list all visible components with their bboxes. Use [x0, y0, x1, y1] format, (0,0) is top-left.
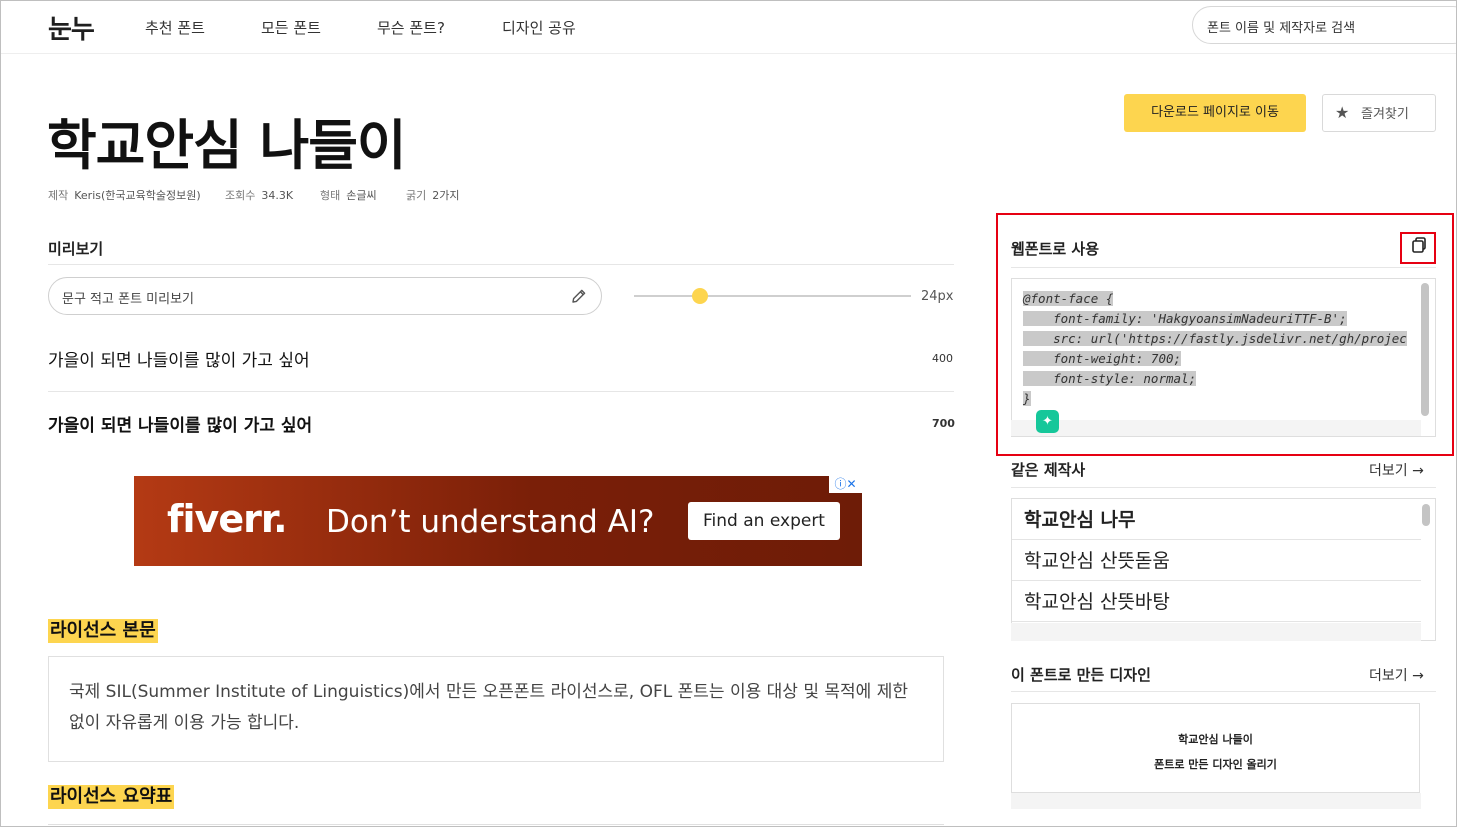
code-horizontal-scrollbar[interactable]: [1011, 420, 1421, 436]
meta-views-value: 34.3K: [261, 189, 294, 202]
same-author-heading: 같은 제작사: [1011, 461, 1086, 479]
license-body-heading: 라이선스 본문: [48, 619, 158, 643]
meta-type-label: 형태: [320, 189, 341, 202]
code-line: font-style: normal;: [1023, 371, 1197, 386]
sample-weight-regular: 400: [932, 352, 953, 365]
webfont-title: 웹폰트로 사용: [1011, 240, 1100, 258]
meta-maker-label: 제작: [48, 189, 69, 202]
nav-item-design-share[interactable]: 디자인 공유: [502, 17, 576, 38]
favorite-button[interactable]: ★ 즐겨찾기: [1322, 94, 1436, 132]
same-author-more-link[interactable]: 더보기 →: [1369, 460, 1424, 480]
list-vertical-scrollbar[interactable]: [1422, 504, 1430, 526]
designs-more-link[interactable]: 더보기 →: [1369, 665, 1424, 685]
ad-text: Don’t understand AI?: [326, 504, 655, 540]
list-item[interactable]: 학교안심 산뜻바탕: [1012, 581, 1421, 622]
license-summary-heading: 라이선스 요약표: [48, 785, 175, 809]
meta-views: 조회수 34.3K: [225, 187, 293, 203]
upload-design-line2: 폰트로 만든 디자인 올리기: [1154, 758, 1277, 771]
code-vertical-scrollbar[interactable]: [1421, 283, 1429, 416]
webfont-code-block[interactable]: @font-face { font-family: 'HakgyoansimNa…: [1011, 278, 1436, 437]
ad-cta-button[interactable]: Find an expert: [688, 502, 840, 540]
code-line: src: url('https://fastly.jsdelivr.net/gh…: [1023, 331, 1407, 346]
browser-frame: 눈누 추천 폰트 모든 폰트 무슨 폰트? 디자인 공유 폰트 이름 및 제작자…: [0, 0, 1457, 827]
meta-views-label: 조회수: [225, 189, 256, 202]
meta-type-value: 손글씨: [346, 189, 377, 202]
code-line: }: [1023, 391, 1031, 406]
preview-section-label: 미리보기: [48, 240, 104, 258]
favorite-label: 즐겨찾기: [1361, 107, 1409, 122]
extension-badge-icon[interactable]: ✦: [1036, 410, 1059, 433]
font-size-slider[interactable]: [634, 295, 911, 297]
sample-text-regular: 가을이 되면 나들이를 많이 가고 싶어: [48, 351, 310, 371]
nav-item-what-font[interactable]: 무슨 폰트?: [377, 17, 445, 38]
meta-maker: 제작 Keris(한국교육학술정보원): [48, 187, 201, 203]
code-line: @font-face {: [1023, 291, 1114, 306]
divider: [1011, 267, 1436, 268]
copy-button[interactable]: [1400, 232, 1436, 264]
upload-design-card[interactable]: 학교안심 나들이 폰트로 만든 디자인 올리기: [1011, 703, 1420, 793]
ad-banner[interactable]: fiverr. Don’t understand AI? Find an exp…: [134, 476, 862, 566]
copy-icon: [1412, 237, 1426, 253]
divider: [1011, 691, 1436, 692]
font-size-value: 24px: [921, 289, 954, 304]
sample-text-bold: 가을이 되면 나들이를 많이 가고 싶어: [48, 416, 313, 436]
code-line: font-family: 'HakgyoansimNadeuriTTF-B';: [1023, 311, 1347, 326]
list-item[interactable]: 학교안심 나무: [1012, 499, 1421, 540]
designs-heading: 이 폰트로 만든 디자인: [1011, 666, 1151, 684]
sample-weight-bold: 700: [932, 417, 955, 430]
top-nav: 눈누 추천 폰트 모든 폰트 무슨 폰트? 디자인 공유 폰트 이름 및 제작자…: [1, 1, 1456, 54]
meta-type: 형태 손글씨: [320, 187, 377, 203]
ad-choices-icon[interactable]: ⓘ✕: [829, 476, 862, 493]
ad-logo: fiverr.: [167, 497, 288, 541]
preview-text-input[interactable]: 문구 적고 폰트 미리보기: [48, 277, 602, 315]
designs-horizontal-scrollbar[interactable]: [1011, 793, 1421, 809]
download-button[interactable]: 다운로드 페이지로 이동: [1124, 94, 1306, 132]
search-input[interactable]: 폰트 이름 및 제작자로 검색: [1192, 6, 1456, 44]
meta-weight-label: 굵기: [406, 189, 427, 202]
upload-design-line1: 학교안심 나들이: [1178, 733, 1253, 746]
meta-maker-value[interactable]: Keris(한국교육학술정보원): [74, 189, 200, 202]
divider: [48, 391, 954, 392]
list-horizontal-scrollbar[interactable]: [1011, 623, 1421, 641]
pencil-icon[interactable]: [570, 287, 588, 305]
star-icon: ★: [1335, 103, 1350, 122]
font-size-slider-handle[interactable]: [692, 288, 708, 304]
list-item[interactable]: 학교안심 산뜻돋움: [1012, 540, 1421, 581]
license-body-text: 국제 SIL(Summer Institute of Linguistics)에…: [48, 656, 944, 762]
nav-item-recommended[interactable]: 추천 폰트: [145, 17, 205, 38]
meta-weight-value: 2가지: [432, 189, 460, 202]
same-author-list: 학교안심 나무 학교안심 산뜻돋움 학교안심 산뜻바탕: [1011, 498, 1436, 641]
meta-weight: 굵기 2가지: [406, 187, 460, 203]
nav-item-all-fonts[interactable]: 모든 폰트: [261, 17, 321, 38]
site-logo[interactable]: 눈누: [48, 9, 95, 46]
font-title: 학교안심 나들이: [47, 113, 407, 177]
divider: [1011, 487, 1436, 488]
divider: [48, 264, 954, 265]
code-line: font-weight: 700;: [1023, 351, 1182, 366]
